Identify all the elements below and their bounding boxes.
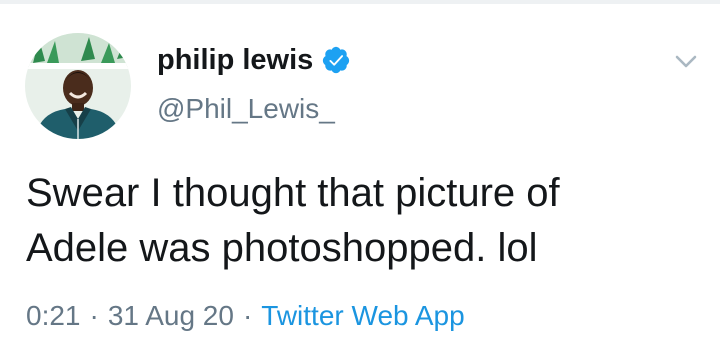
display-name[interactable]: philip lewis [157, 40, 313, 80]
tweet-text: Swear I thought that picture of Adele wa… [26, 166, 706, 276]
tweet-text-line: Adele was photoshopped. lol [26, 226, 538, 270]
avatar-photo [25, 33, 131, 139]
meta-separator: · [242, 300, 253, 331]
top-divider [0, 0, 720, 4]
chevron-down-icon[interactable] [670, 50, 702, 74]
meta-separator: · [89, 300, 99, 331]
tweet-source-link[interactable]: Twitter Web App [261, 300, 464, 331]
handle[interactable]: @Phil_Lewis_ [157, 91, 335, 127]
tweet-text-line: Swear I thought that picture of [26, 171, 560, 215]
tweet-time[interactable]: 0:21 [26, 300, 81, 331]
tweet-date[interactable]: 31 Aug 20 [108, 300, 234, 331]
verified-badge-icon [321, 45, 351, 75]
tweet-meta: 0:21 · 31 Aug 20 · Twitter Web App [26, 296, 465, 336]
author-name-row: philip lewis [157, 40, 351, 80]
tweet-card: philip lewis @Phil_Lewis_ Swear I though… [0, 0, 720, 344]
avatar[interactable] [25, 33, 131, 139]
